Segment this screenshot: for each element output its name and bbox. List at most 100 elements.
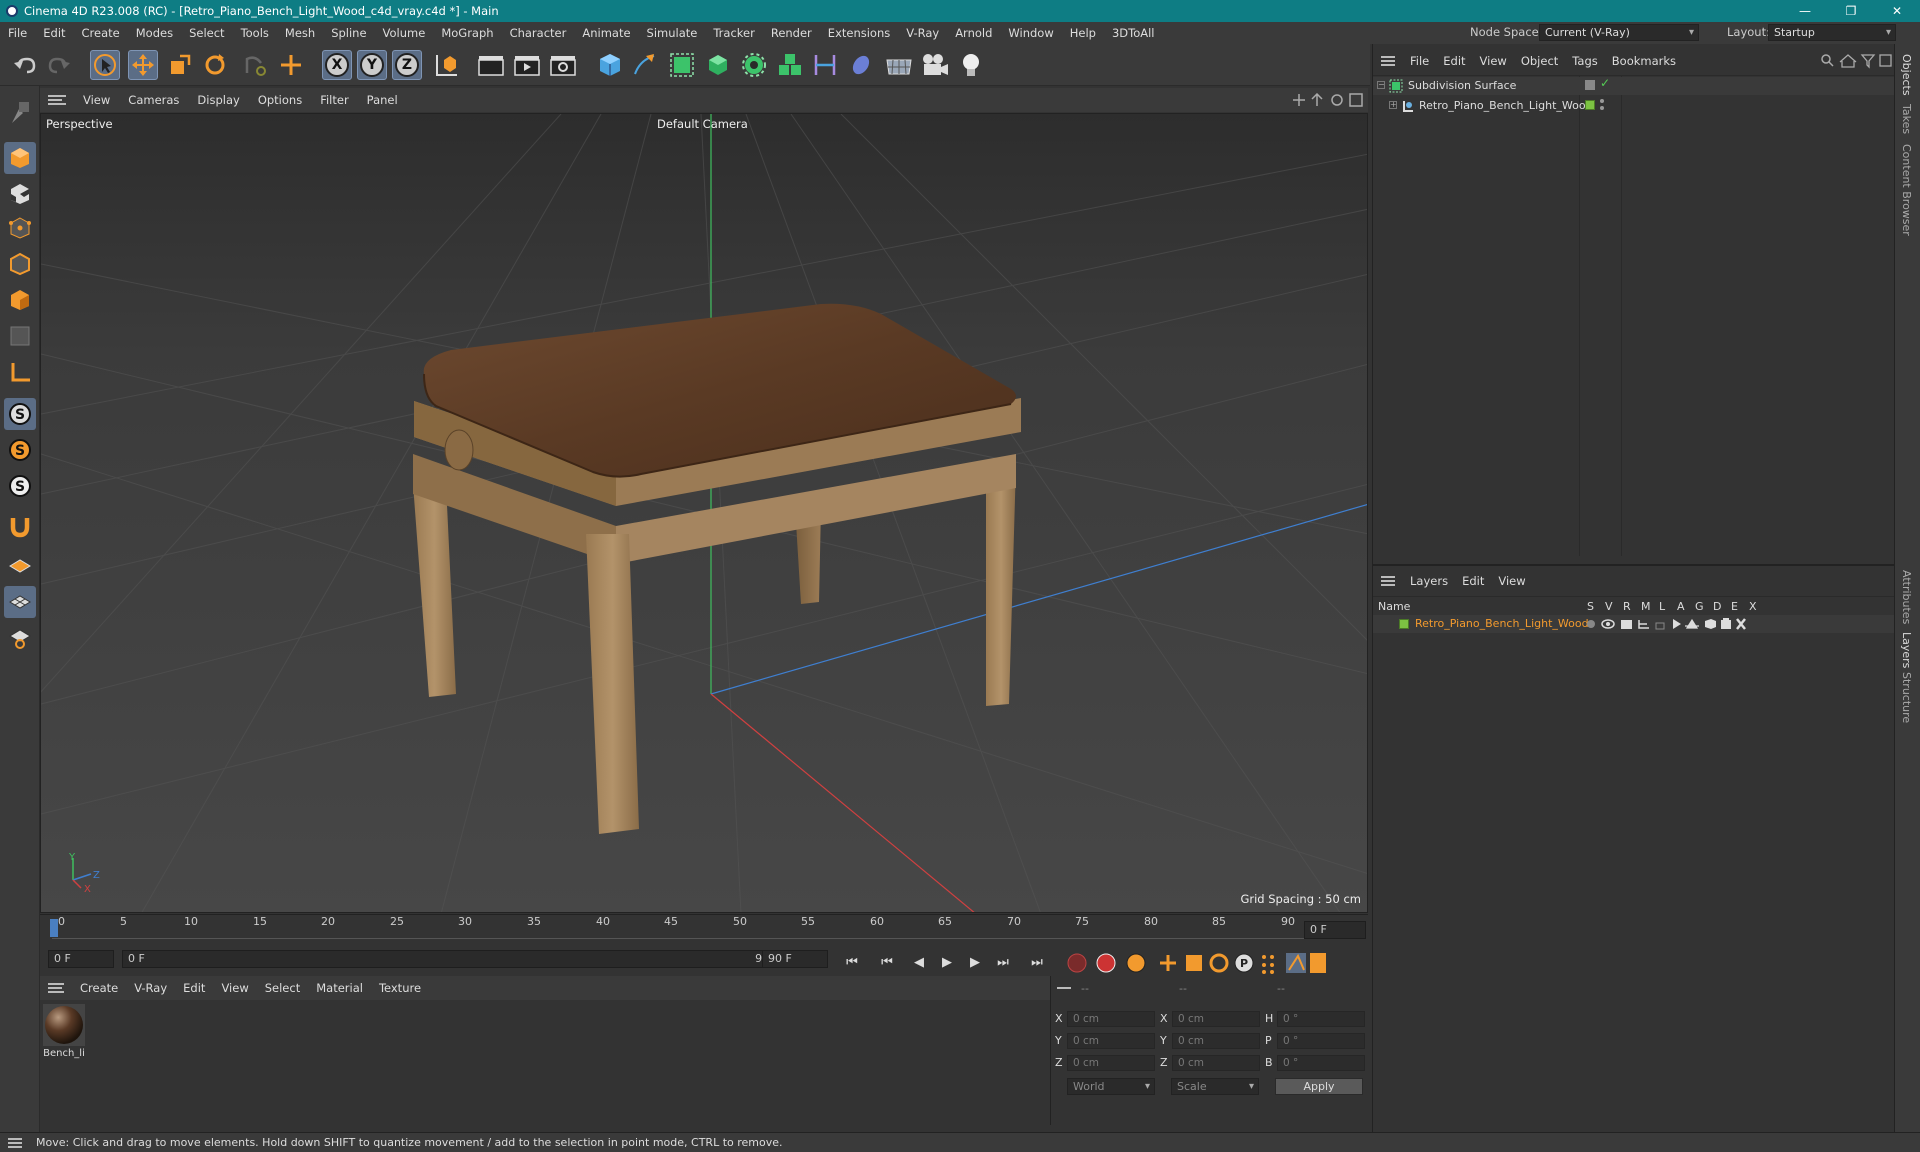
- coord-pos-y-field[interactable]: 0 cm: [1067, 1033, 1155, 1049]
- prev-key-button[interactable]: ⏮: [876, 952, 898, 972]
- viewport-menu-hamburger-icon[interactable]: [48, 95, 66, 105]
- workplane-button[interactable]: [4, 550, 36, 582]
- render-to-picture-viewer-button[interactable]: [512, 50, 542, 80]
- menu-help[interactable]: Help: [1062, 26, 1104, 40]
- grid-workplane-button[interactable]: [4, 586, 36, 618]
- layer-color-swatch[interactable]: [1399, 619, 1409, 629]
- object-manager-tool-icons[interactable]: [1820, 53, 1892, 69]
- coord-scale-dropdown[interactable]: Scale: [1171, 1078, 1259, 1095]
- status-menu-hamburger-icon[interactable]: [8, 1137, 22, 1148]
- apply-button[interactable]: Apply: [1275, 1078, 1363, 1095]
- expand-toggle-icon[interactable]: −: [1377, 81, 1385, 89]
- scale-tool-button[interactable]: [165, 50, 195, 80]
- viewport-menu-filter[interactable]: Filter: [311, 93, 357, 107]
- next-key-button[interactable]: ⏭: [992, 952, 1014, 972]
- coord-rot-h-field[interactable]: 0 °: [1277, 1011, 1365, 1027]
- cloner-button[interactable]: [739, 50, 769, 80]
- editor-visibility-icon[interactable]: [1585, 80, 1595, 90]
- model-mode-button[interactable]: [4, 142, 36, 174]
- menu-window[interactable]: Window: [1000, 26, 1061, 40]
- side-tab-takes[interactable]: Takes: [1900, 104, 1913, 134]
- layer-col-name[interactable]: Name: [1378, 600, 1410, 613]
- object-menu-hamburger-icon[interactable]: [1381, 56, 1395, 66]
- play-button[interactable]: ▶: [936, 952, 958, 972]
- menu-mesh[interactable]: Mesh: [277, 26, 323, 40]
- deformer-button[interactable]: [810, 50, 840, 80]
- menu-tracker[interactable]: Tracker: [705, 26, 763, 40]
- menu-volume[interactable]: Volume: [375, 26, 434, 40]
- object-name-subdivision[interactable]: Subdivision Surface: [1408, 79, 1516, 92]
- move-tool-button[interactable]: [128, 50, 158, 80]
- menu-arnold[interactable]: Arnold: [947, 26, 1000, 40]
- object-row-subdivision[interactable]: − Subdivision Surface ✓: [1373, 76, 1895, 95]
- layer-row[interactable]: Retro_Piano_Bench_Light_Wood: [1373, 615, 1895, 633]
- object-menu-object[interactable]: Object: [1514, 54, 1565, 68]
- layer-col-v[interactable]: V: [1605, 600, 1613, 613]
- end-frame-field[interactable]: 90 F: [762, 950, 828, 968]
- frame-range-slider[interactable]: 0 F 90 F: [122, 950, 786, 968]
- keyframe-tools[interactable]: P: [1066, 952, 1326, 974]
- maximize-button[interactable]: ❐: [1828, 0, 1874, 22]
- coord-rot-b-field[interactable]: 0 °: [1277, 1055, 1365, 1071]
- layer-col-x[interactable]: X: [1749, 600, 1757, 613]
- menu-3dtoall[interactable]: 3DToAll: [1104, 26, 1163, 40]
- viewport-menu-options[interactable]: Options: [249, 93, 311, 107]
- menu-vray[interactable]: V-Ray: [898, 26, 947, 40]
- menu-tools[interactable]: Tools: [233, 26, 277, 40]
- layer-menu-hamburger-icon[interactable]: [1381, 576, 1395, 586]
- viewport-menu-cameras[interactable]: Cameras: [119, 93, 188, 107]
- viewport-menu-display[interactable]: Display: [188, 93, 248, 107]
- undo-button[interactable]: [10, 50, 40, 80]
- material-menu-hamburger-icon[interactable]: [48, 983, 64, 993]
- material-menu-view[interactable]: View: [213, 981, 256, 995]
- menu-character[interactable]: Character: [502, 26, 575, 40]
- material-menu-edit[interactable]: Edit: [175, 981, 213, 995]
- menu-modes[interactable]: Modes: [128, 26, 181, 40]
- snap-button[interactable]: S: [4, 398, 36, 430]
- object-menu-edit[interactable]: Edit: [1436, 54, 1472, 68]
- object-menu-bookmarks[interactable]: Bookmarks: [1605, 54, 1683, 68]
- recent-tools-button[interactable]: [240, 50, 270, 80]
- object-name-bench[interactable]: Retro_Piano_Bench_Light_Wood: [1419, 99, 1593, 112]
- close-button[interactable]: ✕: [1874, 0, 1920, 22]
- render-dot-icon[interactable]: [1600, 106, 1604, 110]
- axis-mode-button[interactable]: [4, 356, 36, 388]
- material-menu-material[interactable]: Material: [308, 981, 371, 995]
- side-tab-attributes[interactable]: Attributes: [1900, 570, 1913, 624]
- menu-animate[interactable]: Animate: [574, 26, 638, 40]
- viewport-menu-view[interactable]: View: [74, 93, 119, 107]
- minimize-button[interactable]: —: [1782, 0, 1828, 22]
- enabled-check-icon[interactable]: ✓: [1600, 76, 1610, 90]
- live-selection-button[interactable]: [90, 50, 120, 80]
- coordinate-system-button[interactable]: [432, 50, 462, 80]
- points-mode-button[interactable]: [4, 212, 36, 244]
- light-button[interactable]: [956, 50, 986, 80]
- snap-settings-button[interactable]: S: [4, 434, 36, 466]
- magnet-tool-button[interactable]: [4, 510, 36, 542]
- menu-extensions[interactable]: Extensions: [820, 26, 898, 40]
- workplane-snap-button[interactable]: S: [4, 470, 36, 502]
- material-menu-vray[interactable]: V-Ray: [126, 981, 175, 995]
- object-menu-file[interactable]: File: [1403, 54, 1436, 68]
- viewport-nav-icons[interactable]: [1292, 93, 1368, 107]
- object-menu-view[interactable]: View: [1473, 54, 1514, 68]
- subdivision-surface-button[interactable]: [667, 50, 697, 80]
- material-menu-create[interactable]: Create: [72, 981, 126, 995]
- layer-col-s[interactable]: S: [1587, 600, 1594, 613]
- layer-col-g[interactable]: G: [1695, 600, 1704, 613]
- go-to-start-button[interactable]: ⏮: [841, 952, 863, 972]
- floor-button[interactable]: [884, 50, 914, 80]
- texture-mode-button[interactable]: [4, 178, 36, 210]
- side-tab-objects[interactable]: Objects: [1900, 54, 1913, 96]
- layer-col-l[interactable]: L: [1659, 600, 1665, 613]
- material-menu-texture[interactable]: Texture: [371, 981, 429, 995]
- coord-rot-p-field[interactable]: 0 °: [1277, 1033, 1365, 1049]
- z-axis-button[interactable]: Z: [392, 50, 422, 80]
- timeline-ruler[interactable]: 0 5 10 15 20 25 30 35 40 45 50 55 60 65 …: [40, 914, 1368, 948]
- field-button[interactable]: [846, 50, 876, 80]
- layer-flag-icons[interactable]: [1585, 618, 1765, 630]
- coord-size-z-field[interactable]: 0 cm: [1172, 1055, 1260, 1071]
- material-swatch[interactable]: Bench_li: [43, 1004, 85, 1059]
- y-axis-button[interactable]: Y: [357, 50, 387, 80]
- layer-menu-layers[interactable]: Layers: [1403, 574, 1455, 588]
